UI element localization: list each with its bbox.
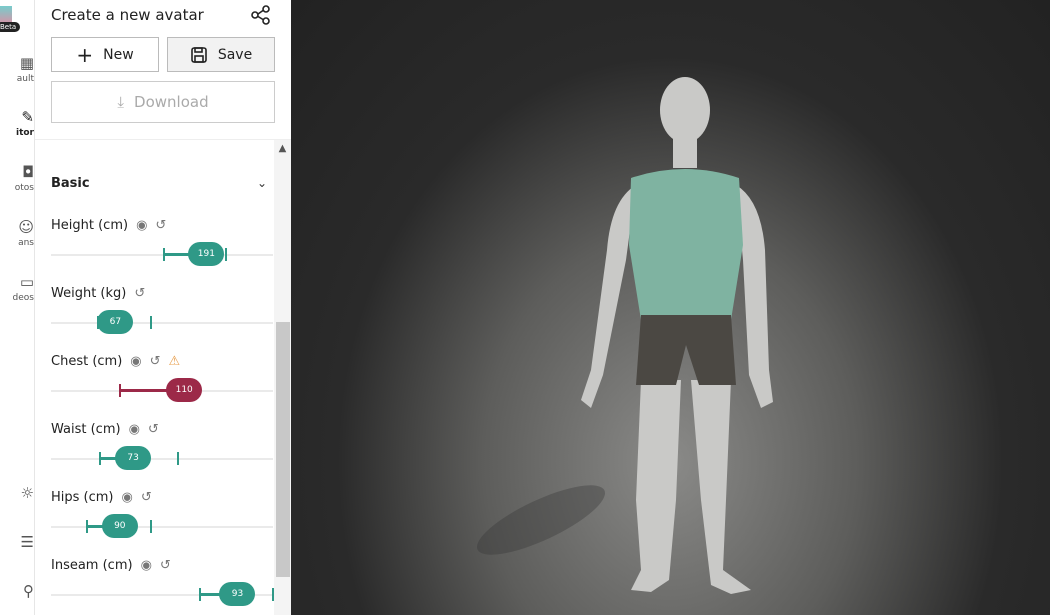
- ruler-icon: ✎: [21, 108, 34, 126]
- scrollbar[interactable]: ▲: [274, 140, 291, 615]
- save-icon: [191, 46, 207, 63]
- range-min-marker: [163, 248, 166, 261]
- slider-thumb[interactable]: 191: [188, 242, 225, 266]
- slider-thumb[interactable]: 90: [101, 514, 138, 538]
- slider-track[interactable]: 67: [51, 310, 273, 334]
- field-label: Inseam (cm): [51, 558, 133, 573]
- eye-icon[interactable]: ◉: [122, 490, 133, 505]
- reset-icon[interactable]: ↺: [141, 490, 152, 505]
- grid-icon: ▦: [19, 54, 34, 72]
- chevron-up-icon[interactable]: ▲: [274, 140, 291, 156]
- nav-default[interactable]: ▦ ault: [0, 54, 34, 84]
- slider-thumb[interactable]: 73: [115, 446, 152, 470]
- range-max-marker: [176, 452, 179, 465]
- range-max-marker: [272, 588, 274, 601]
- section-basic-title: Basic: [51, 176, 90, 191]
- nav-videos[interactable]: ▭ deos: [0, 273, 34, 303]
- panel-title: Create a new avatar: [51, 6, 204, 24]
- warning-icon: ⚠: [168, 354, 181, 369]
- slider-thumb[interactable]: 67: [97, 310, 134, 334]
- reset-icon[interactable]: ↺: [155, 218, 166, 233]
- avatar-3d-viewport[interactable]: [291, 0, 1050, 615]
- field-chest: Chest (cm) ◉ ↺ ⚠ 110: [51, 354, 273, 414]
- reset-icon[interactable]: ↺: [150, 354, 161, 369]
- chevron-down-icon[interactable]: ⌄: [257, 176, 267, 190]
- range-max-marker: [225, 248, 228, 261]
- face-scan-icon: ☺: [18, 218, 34, 236]
- eye-icon[interactable]: ◉: [130, 354, 141, 369]
- reset-icon[interactable]: ↺: [134, 286, 145, 301]
- app-logo[interactable]: Beta: [0, 4, 24, 32]
- sun-icon[interactable]: ☼: [0, 484, 34, 504]
- range-min-marker: [85, 520, 88, 533]
- eye-icon[interactable]: ◉: [141, 558, 152, 573]
- field-height: Height (cm) ◉ ↺ 191: [51, 218, 273, 278]
- field-weight: Weight (kg) ↺ 67: [51, 286, 273, 346]
- divider: [35, 139, 291, 140]
- nav-photos[interactable]: ◘ otos: [0, 163, 34, 193]
- download-button[interactable]: ⤓ Download: [51, 81, 275, 123]
- slider-track[interactable]: 191: [51, 242, 273, 266]
- field-hips: Hips (cm) ◉ ↺ 90: [51, 490, 273, 550]
- reset-icon[interactable]: ↺: [160, 558, 171, 573]
- range-max-marker: [149, 520, 152, 533]
- eye-icon[interactable]: ◉: [136, 218, 147, 233]
- download-icon: ⤓: [117, 93, 125, 111]
- layers-icon[interactable]: ☰: [0, 533, 34, 553]
- beta-badge: Beta: [0, 22, 21, 32]
- avatar-model: [476, 77, 773, 594]
- field-label: Chest (cm): [51, 354, 123, 369]
- plus-icon: +: [76, 42, 94, 67]
- nav-scans[interactable]: ☺ ans: [0, 218, 34, 248]
- share-icon[interactable]: [250, 4, 272, 26]
- field-label: Hips (cm): [51, 490, 114, 505]
- scrollbar-thumb[interactable]: [276, 322, 290, 577]
- slider-track[interactable]: 73: [51, 446, 273, 470]
- new-button[interactable]: + New: [51, 37, 159, 72]
- field-label: Height (cm): [51, 218, 129, 233]
- save-button[interactable]: Save: [167, 37, 275, 72]
- nav-editor[interactable]: ✎ itor: [0, 108, 34, 138]
- eye-icon[interactable]: ◉: [129, 422, 140, 437]
- reset-icon[interactable]: ↺: [148, 422, 159, 437]
- field-waist: Waist (cm) ◉ ↺ 73: [51, 422, 273, 482]
- field-inseam: Inseam (cm) ◉ ↺ 93: [51, 558, 274, 615]
- slider-track[interactable]: 90: [51, 514, 273, 538]
- camera-icon: ◘: [22, 163, 34, 181]
- app-nav-rail: Beta ▦ ault ✎ itor ◘ otos ☺ ans ▭ deos ☼ ☰ ⚲: [0, 0, 35, 615]
- video-icon: ▭: [19, 273, 34, 291]
- slider-track[interactable]: 110: [51, 378, 273, 402]
- range-min-marker: [98, 452, 101, 465]
- editor-panel: Create a new avatar + New Save ⤓ Download …: [35, 0, 291, 615]
- slider-track[interactable]: 93: [51, 582, 274, 606]
- range-min-marker: [198, 588, 201, 601]
- range-min-marker: [118, 384, 121, 397]
- field-label: Waist (cm): [51, 422, 121, 437]
- field-label: Weight (kg): [51, 286, 127, 301]
- user-icon[interactable]: ⚲: [0, 582, 34, 602]
- range-max-marker: [149, 316, 152, 329]
- slider-thumb[interactable]: 93: [219, 582, 256, 606]
- slider-thumb[interactable]: 110: [166, 378, 203, 402]
